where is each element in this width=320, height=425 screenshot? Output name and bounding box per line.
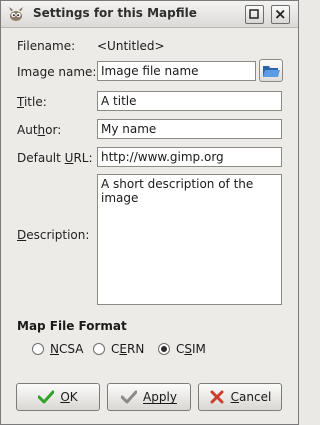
ok-button[interactable]: OK	[16, 383, 100, 411]
radio-cern[interactable]: CERN	[93, 341, 144, 357]
ok-label: OK	[60, 390, 78, 404]
radio-cern-button[interactable]	[93, 343, 105, 355]
maximize-button[interactable]	[245, 5, 264, 24]
window-title: Settings for this Mapfile	[33, 6, 197, 20]
filename-value: <Untitled>	[97, 39, 165, 53]
browse-button[interactable]	[259, 59, 283, 82]
title-bar[interactable]: Settings for this Mapfile	[1, 1, 298, 28]
image-name-label: Image name:	[17, 65, 97, 79]
author-input[interactable]: My name	[97, 119, 282, 139]
radio-csim[interactable]: CSIM	[158, 341, 206, 357]
gimp-app-icon	[9, 7, 23, 21]
apply-button[interactable]: Apply	[107, 383, 191, 411]
cancel-label: Cancel	[230, 390, 272, 404]
title-input[interactable]: A title	[97, 91, 282, 111]
maximize-icon	[249, 9, 259, 19]
close-button[interactable]	[271, 5, 290, 24]
description-textarea[interactable]: A short description of the image	[97, 174, 282, 305]
radio-ncsa-label: NCSA	[50, 342, 84, 356]
cancel-x-icon	[210, 390, 224, 404]
default-url-input[interactable]: http://www.gimp.org	[97, 147, 282, 167]
mapfile-settings-dialog: Settings for this Mapfile Filename: <Unt…	[0, 0, 299, 425]
checkmark-icon	[38, 390, 55, 404]
cancel-button[interactable]: Cancel	[198, 383, 282, 411]
image-name-input[interactable]: Image file name	[97, 61, 256, 81]
radio-csim-button[interactable]	[158, 343, 170, 355]
radio-ncsa[interactable]: NCSA	[32, 341, 83, 357]
apply-check-icon	[121, 390, 138, 404]
default-url-label: Default URL:	[17, 151, 93, 165]
radio-cern-label: CERN	[111, 342, 145, 356]
radio-ncsa-button[interactable]	[32, 343, 44, 355]
filename-label: Filename:	[17, 39, 76, 53]
close-icon	[275, 9, 285, 19]
apply-label: Apply	[143, 390, 177, 404]
folder-open-icon	[263, 66, 280, 77]
radio-csim-label: CSIM	[176, 342, 206, 356]
title-label: Title:	[17, 95, 47, 109]
map-file-format-heading: Map File Format	[17, 319, 127, 333]
description-label: Description:	[17, 228, 90, 242]
author-label: Author:	[17, 123, 62, 137]
